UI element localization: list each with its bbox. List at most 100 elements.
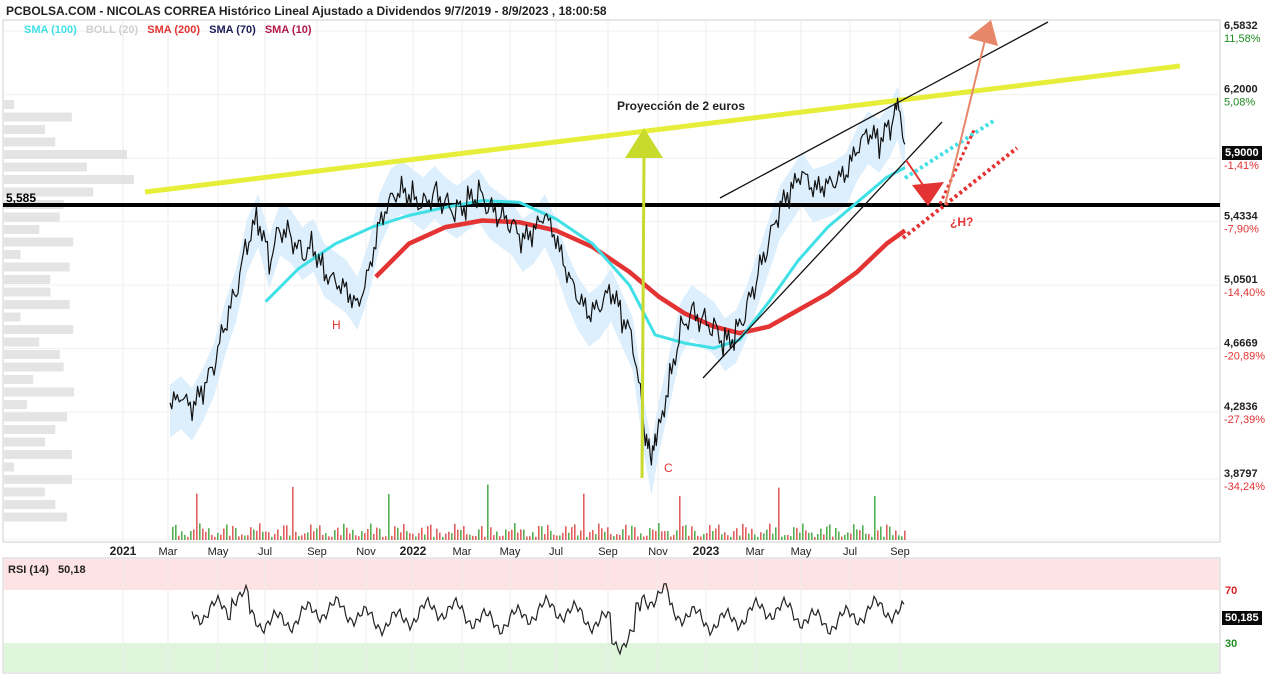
y-tick-label: 6,2000 [1224, 84, 1258, 96]
volume-bar [223, 528, 225, 540]
volume-bar [373, 533, 375, 540]
volume-bar [259, 523, 261, 540]
y-tick-pct: -7,90% [1224, 224, 1259, 236]
volume-bar [523, 529, 525, 540]
volume-bar [544, 534, 546, 540]
x-tick-label: 2023 [693, 544, 720, 558]
volume-bar [844, 534, 846, 540]
volume-bar [349, 533, 351, 540]
volume-profile-bar [4, 175, 134, 184]
volume-profile-bar [4, 325, 74, 334]
volume-bar [613, 536, 615, 540]
volume-bar [391, 535, 393, 540]
volume-bar [394, 526, 396, 540]
volume-bar [892, 535, 894, 540]
x-tick-label: Mar [746, 546, 765, 558]
volume-bar [619, 534, 621, 540]
volume-bar [616, 534, 618, 540]
volume-bar [463, 526, 465, 540]
volume-bar [325, 533, 327, 540]
volume-bar [184, 534, 186, 540]
volume-profile-bar [4, 387, 74, 397]
volume-bar [388, 493, 390, 540]
legend-sma100: SMA (100) [24, 24, 77, 36]
volume-bar [646, 535, 648, 540]
volume-bar [691, 526, 693, 540]
volume-bar [610, 534, 612, 540]
volume-bar [808, 532, 810, 540]
volume-bar [853, 524, 855, 540]
y-tick-label: 4,2836 [1224, 401, 1258, 413]
volume-bar [901, 536, 903, 540]
volume-bar [637, 536, 639, 540]
volume-bar [511, 529, 513, 540]
x-tick-label: Nov [356, 546, 376, 558]
volume-profile-bar [4, 312, 21, 322]
volume-bar [409, 533, 411, 540]
volume-bar [826, 526, 828, 540]
volume-bar [673, 534, 675, 540]
legend-sma10: SMA (10) [264, 24, 312, 36]
volume-bar [421, 527, 423, 540]
volume-bar [268, 532, 270, 540]
volume-bar [679, 495, 681, 540]
volume-bar [535, 536, 537, 540]
x-tick-label: May [208, 546, 229, 558]
volume-bar [256, 530, 258, 540]
projection-arrow-shaft [640, 154, 646, 479]
volume-profile-bar [4, 287, 51, 297]
volume-bar [661, 531, 663, 540]
x-tick-label: Sep [598, 546, 618, 558]
volume-bar [499, 536, 501, 540]
y-tick-label: 4,6669 [1224, 338, 1258, 350]
volume-bar [346, 527, 348, 540]
volume-bar [736, 528, 738, 540]
x-tick-label: Mar [453, 546, 472, 558]
volume-profile-bar [4, 487, 45, 497]
volume-profile-bar [4, 212, 60, 222]
volume-bar [502, 535, 504, 540]
volume-bar [307, 532, 309, 540]
x-tick-label: May [500, 546, 521, 558]
volume-bar [604, 531, 606, 540]
volume-bar [247, 535, 249, 540]
volume-bar [592, 529, 594, 540]
volume-bar [208, 528, 210, 540]
volume-bar [175, 524, 177, 540]
volume-bar [880, 526, 882, 540]
volume-bar [364, 533, 366, 540]
volume-bar [385, 536, 387, 540]
c-bottom-label: C [664, 461, 673, 475]
volume-bar [271, 536, 273, 540]
volume-bar [598, 523, 600, 540]
volume-bar [595, 534, 597, 540]
volume-bar [658, 523, 660, 540]
volume-profile-bar [4, 437, 45, 447]
volume-bar [481, 526, 483, 540]
y-tick-pct: -27,39% [1224, 414, 1265, 426]
volume-bar [403, 523, 405, 540]
volume-bar [238, 536, 240, 540]
volume-bar [505, 529, 507, 540]
x-tick-label: 2021 [110, 544, 137, 558]
y-tick-pct: -14,40% [1224, 287, 1265, 299]
volume-bar [784, 535, 786, 540]
volume-bar [715, 528, 717, 540]
volume-bar [280, 536, 282, 540]
volume-profile-bar [4, 450, 72, 459]
rsi-legend: RSI (14) 50,18 [8, 564, 92, 576]
volume-bar [400, 532, 402, 540]
volume-bar [181, 531, 183, 540]
volume-bar [580, 530, 582, 540]
volume-bar [460, 530, 462, 540]
volume-bar [739, 535, 741, 540]
volume-bar [328, 536, 330, 540]
volume-bar [343, 523, 345, 540]
volume-profile-bar [4, 125, 45, 134]
volume-bar [838, 531, 840, 540]
volume-bar [292, 486, 294, 540]
volume-bar [655, 531, 657, 540]
rsi-tag: 50,185 [1222, 611, 1262, 625]
volume-bar [517, 532, 519, 540]
volume-bar [295, 531, 297, 540]
